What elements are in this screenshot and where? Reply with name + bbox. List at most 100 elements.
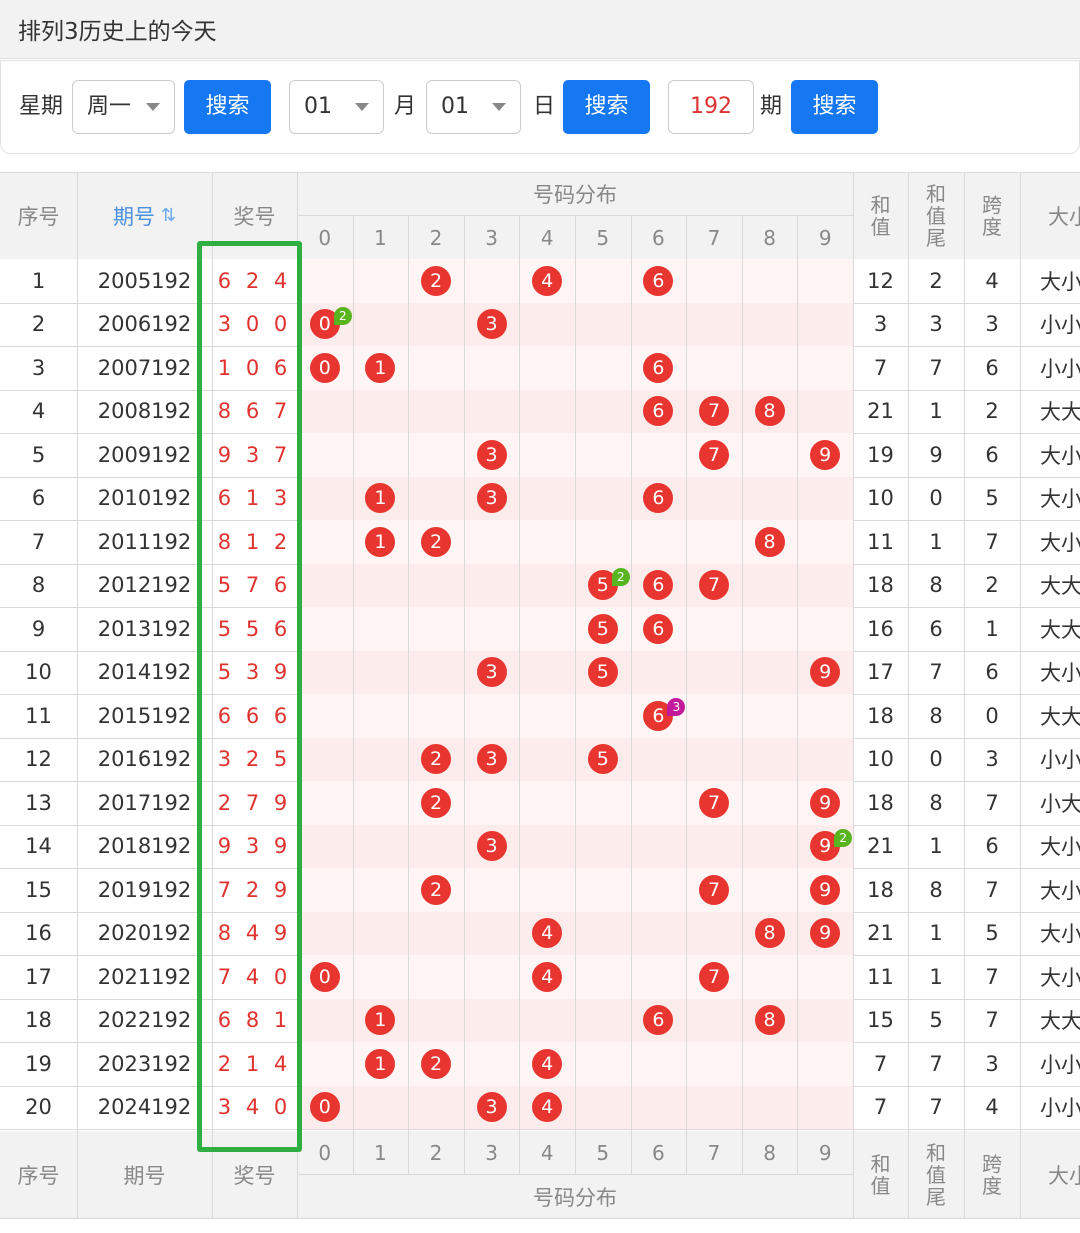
day-select[interactable]: 01 (426, 80, 521, 134)
row-period: 2006192 (97, 312, 192, 337)
ball-0: 0 (309, 1092, 340, 1123)
header-digit-5: 5 (596, 225, 610, 250)
row-size: 大小 (1040, 922, 1080, 947)
header-digit-5: 5 (596, 1140, 610, 1165)
row-sum-tail: 5 (929, 1008, 943, 1033)
sort-icon[interactable]: ⇅ (161, 205, 176, 226)
ball-1: 1 (365, 1048, 396, 1079)
column-divider (1020, 172, 1021, 1218)
day-label: 日 (533, 94, 556, 119)
row-size: 大小 (1040, 443, 1080, 468)
row-prize: 3 4 0 (217, 1095, 292, 1120)
repeat-count-badge: 2 (333, 306, 352, 325)
ball-8: 8 (754, 526, 785, 557)
row-span: 5 (985, 486, 999, 511)
row-sum: 17 (867, 660, 894, 685)
ball-2: 2 (421, 787, 451, 818)
weekday-select[interactable]: 周一 (72, 80, 175, 134)
row-period: 2010192 (97, 486, 192, 511)
issue-search-button[interactable]: 搜索 (791, 80, 878, 134)
header-digit-8: 8 (763, 225, 776, 250)
footer-bottom-line (0, 1218, 1080, 1219)
date-search-button[interactable]: 搜索 (563, 80, 650, 134)
row-prize: 5 5 6 (217, 616, 292, 641)
row-sum-tail: 1 (929, 834, 943, 859)
repeat-count-badge: 2 (834, 828, 853, 847)
row-span: 3 (985, 312, 999, 337)
row-sum-tail: 1 (929, 964, 943, 989)
row-prize: 5 3 9 (217, 660, 292, 685)
row-sum-tail: 7 (929, 1095, 943, 1120)
header-distribution: 号码分布 (533, 182, 617, 207)
row-span: 3 (985, 1051, 999, 1076)
row-span: 7 (985, 964, 999, 989)
row-prize: 8 1 2 (217, 529, 292, 554)
row-sum-tail: 8 (929, 573, 943, 598)
issue-input[interactable]: 192 (668, 80, 754, 134)
column-divider (853, 172, 854, 1218)
row-sum: 18 (867, 790, 894, 815)
header-span: 跨 度 (982, 192, 1002, 239)
header-period[interactable]: 期号 ⇅ (77, 172, 212, 259)
ball-8: 8 (754, 918, 785, 949)
row-prize: 9 3 7 (217, 442, 292, 467)
ball-4: 4 (532, 961, 563, 992)
column-divider (77, 172, 78, 1218)
header-digit-2: 2 (429, 225, 443, 250)
row-sum: 15 (867, 1008, 894, 1033)
row-size: 大小 (1040, 661, 1080, 686)
page-title: 排列3历史上的今天 (18, 19, 217, 45)
ball-2: 2 (421, 265, 451, 296)
column-divider (212, 172, 213, 1218)
row-period: 2012192 (97, 573, 192, 598)
row-sum-tail: 6 (929, 616, 943, 641)
digit-divider (630, 216, 632, 1174)
row-span: 7 (985, 877, 999, 902)
header-digit-7: 7 (707, 1140, 721, 1165)
title-bar: 排列3历史上的今天 (0, 0, 1080, 59)
row-sum: 3 (873, 312, 888, 337)
row-sum-tail: 7 (929, 355, 943, 380)
ball-3: 3 (476, 744, 507, 775)
header-period: 期号 (123, 1163, 166, 1188)
ball-9: 9 (810, 874, 841, 905)
ball-8: 8 (754, 1005, 785, 1036)
row-size: 小小 (1040, 748, 1080, 773)
weekday-value: 周一 (87, 94, 132, 119)
ball-3: 3 (476, 439, 507, 470)
row-size: 大大 (1040, 704, 1080, 729)
weekday-search-button[interactable]: 搜索 (184, 80, 271, 134)
ball-3: 3 (476, 657, 507, 688)
row-sum-tail: 9 (929, 442, 943, 467)
row-period: 2013192 (97, 616, 192, 641)
row-seq: 20 (25, 1095, 52, 1120)
row-span: 6 (985, 442, 999, 467)
row-prize: 9 3 9 (217, 834, 292, 859)
ball-5: 5 (587, 657, 618, 688)
ball-9: 9 (810, 787, 841, 818)
header-digit-9: 9 (818, 1140, 832, 1165)
header-digit-1: 1 (374, 1140, 387, 1165)
row-sum: 21 (867, 921, 894, 946)
header-digit-0: 0 (318, 1140, 332, 1165)
row-span: 2 (985, 399, 999, 424)
ball-2: 2 (421, 526, 451, 557)
row-sum: 11 (867, 529, 894, 554)
row-sum: 18 (867, 573, 894, 598)
row-sum: 21 (867, 399, 894, 424)
ball-7: 7 (699, 874, 729, 905)
row-sum-tail: 1 (929, 399, 943, 424)
header-digit-9: 9 (818, 225, 832, 250)
header-size: 大小 (1048, 1163, 1080, 1188)
ball-0: 0 (309, 961, 340, 992)
chevron-down-icon (146, 103, 160, 111)
row-seq: 1 (31, 268, 46, 293)
header-prize: 奖号 (233, 204, 276, 229)
month-select[interactable]: 01 (289, 80, 384, 134)
row-period: 2017192 (97, 790, 192, 815)
row-seq: 7 (31, 529, 46, 554)
column-divider (908, 172, 909, 1218)
row-period: 2022192 (97, 1008, 192, 1033)
header-span: 跨 度 (982, 1151, 1002, 1198)
ball-3: 3 (476, 309, 507, 340)
